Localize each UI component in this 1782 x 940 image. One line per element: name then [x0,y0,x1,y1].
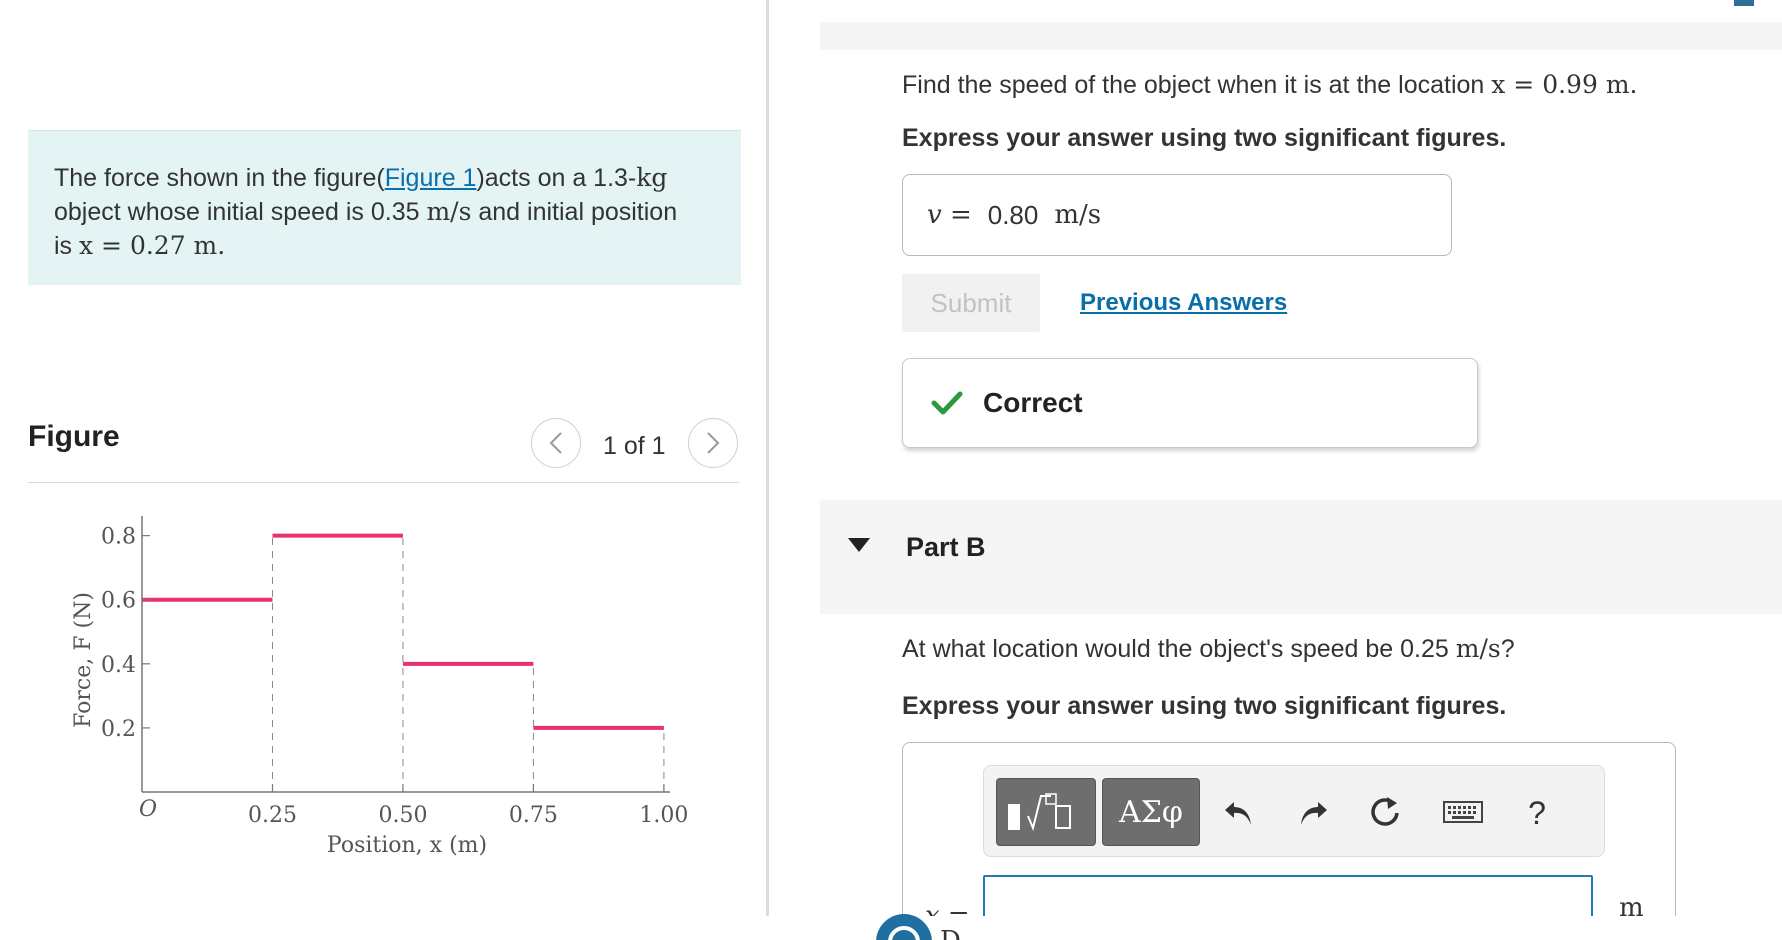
answer-value: 0.80 [987,199,1039,230]
chart-axes [141,516,670,793]
origin-label: O [139,797,157,822]
chart-ticks: 0.25 0.50 0.75 1.00 0.2 0.4 0.6 0.8 [101,525,688,828]
problem-statement: The force shown in the figure(Figure 1)a… [28,130,741,285]
figure-link[interactable]: Figure 1 [385,164,477,192]
undo-button[interactable] [1216,790,1262,836]
force-position-chart: 0.25 0.50 0.75 1.00 0.2 0.4 0.6 0.8 Position, x… [71,516,688,858]
collapse-arrow-icon[interactable] [848,538,870,552]
templates-button[interactable] [996,778,1096,846]
part-b-question-text: At what location would the object's spee… [902,635,1456,663]
x-axis-label: Position, x (m) [327,833,487,858]
answer-variable: v = [927,200,972,230]
initial-position: x = 0.27 m. [79,231,226,260]
y-tick-label: 0.2 [101,717,136,742]
redo-icon [1301,802,1327,825]
previous-answers-link[interactable]: Previous Answers [1080,289,1287,317]
problem-text-4: and initial position [471,198,678,226]
figure-page-indicator: 1 of 1 [603,432,666,460]
part-b-question-unit: m/s [1455,634,1501,663]
keyboard-button[interactable] [1440,790,1486,836]
figure-divider [28,482,739,483]
part-b-question-end: ? [1500,635,1515,663]
feedback-label: Correct [983,387,1083,418]
part-a-question: Find the speed of the object when it is … [902,70,1637,100]
answer-unit: m/s [1054,200,1102,230]
part-a-question-math: x = 0.99 m. [1491,70,1638,99]
help-button[interactable]: ? [1514,790,1560,836]
part-b-answer-area: ΑΣφ ? x = m [902,742,1676,916]
top-corner-icon[interactable] [1734,0,1754,6]
reset-icon [1371,797,1399,826]
problem-text-3: object whose initial speed is 0.35 [54,198,427,226]
y-tick-label: 0.4 [101,653,136,678]
templates-icon [1008,793,1071,832]
figure-prev-button[interactable] [531,418,581,468]
part-b-answer-variable: x = [925,901,970,916]
speed-unit: m/s [426,197,472,226]
submit-button[interactable]: Submit [902,274,1040,332]
part-a-answer-box: v = 0.80 m/s [902,174,1452,256]
y-tick-label: 0.8 [101,525,136,550]
chevron-right-icon [707,432,720,454]
part-a-question-text: Find the speed of the object when it is … [902,71,1492,99]
x-tick-label: 0.75 [509,803,558,828]
figure-title: Figure [28,420,120,453]
part-b-title[interactable]: Part B [906,532,986,563]
partial-text: D [940,926,961,940]
undo-icon [1225,802,1251,825]
part-b-hint: Express your answer using two significan… [902,692,1507,720]
mass-unit: kg [636,163,668,192]
x-tick-label: 0.25 [248,803,297,828]
chevron-left-icon [549,432,562,454]
part-a-hint: Express your answer using two significan… [902,124,1507,152]
check-icon [931,391,963,415]
left-panel: The force shown in the figure(Figure 1)a… [0,0,768,940]
panel-splitter[interactable] [766,0,769,916]
figure-next-button[interactable] [688,418,738,468]
x-tick-label: 1.00 [639,803,688,828]
y-tick-label: 0.6 [101,589,136,614]
part-b-question: At what location would the object's spee… [902,634,1515,664]
math-toolbar: ΑΣφ ? [983,765,1605,857]
keyboard-icon [1443,801,1483,823]
part-b-answer-unit: m [1619,893,1644,916]
problem-text-2: )acts on a 1.3- [476,164,637,192]
reset-button[interactable] [1362,790,1408,836]
redo-button[interactable] [1290,790,1336,836]
y-axis-label: Force, F (N) [71,592,96,728]
problem-text-1: The force shown in the figure( [54,164,385,192]
feedback-correct: Correct [902,358,1478,448]
part-b-answer-input[interactable] [983,875,1593,916]
x-tick-label: 0.50 [378,803,427,828]
part-a-header-band [820,22,1782,50]
problem-text-5: is [54,232,79,260]
greek-symbols-button[interactable]: ΑΣφ [1102,778,1200,846]
